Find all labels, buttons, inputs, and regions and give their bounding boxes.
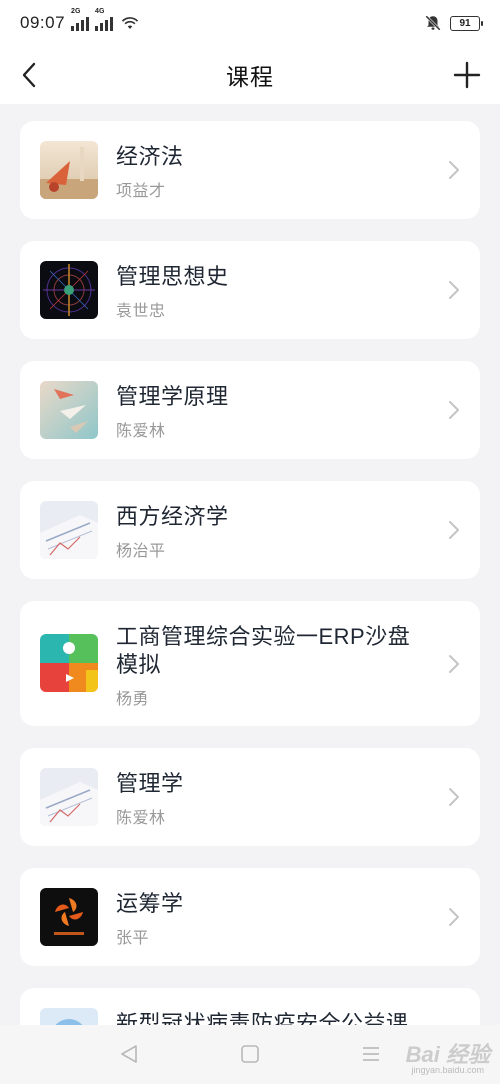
course-thumbnail (40, 141, 98, 199)
course-teacher: 项益才 (116, 183, 166, 200)
course-card[interactable]: 西方经济学 杨治平 (20, 481, 480, 579)
course-text: 西方经济学 杨治平 (116, 503, 432, 561)
course-thumbnail (40, 381, 98, 439)
course-card[interactable]: 管理学原理 陈爱林 (20, 361, 480, 459)
course-card[interactable]: 工商管理综合实验一ERP沙盘模拟 杨勇 (20, 601, 480, 726)
course-text: 管理学 陈爱林 (116, 770, 432, 828)
signal-icon-2: 4G (95, 8, 114, 31)
course-list: 经济法 项益才 管理思想史 袁世忠 管理学原理 陈爱林 西方经济学 杨治平 工商… (20, 121, 480, 1025)
chevron-right-icon (449, 521, 459, 539)
course-teacher: 袁世忠 (116, 303, 166, 320)
course-name: 工商管理综合实验一ERP沙盘模拟 (116, 624, 411, 677)
chevron-right-icon (449, 655, 459, 673)
course-thumbnail (40, 768, 98, 826)
signal-tag: 2G (71, 8, 81, 15)
course-teacher: 张平 (116, 930, 150, 947)
mute-bell-icon (425, 15, 441, 31)
status-right: 91 (424, 14, 483, 32)
add-icon[interactable] (450, 58, 484, 92)
wifi-icon (121, 17, 139, 29)
status-time: 09:07 (20, 13, 66, 32)
course-card[interactable]: 运筹学 张平 (20, 868, 480, 966)
signal-tag-2: 4G (95, 8, 105, 15)
course-teacher: 陈爱林 (116, 810, 166, 827)
course-name: 管理思想史 (116, 264, 229, 289)
chevron-right-icon (449, 788, 459, 806)
chevron-right-icon (449, 281, 459, 299)
status-bar: 09:07 2G 4G 91 (0, 0, 500, 46)
chevron-right-icon (449, 161, 459, 179)
course-text: 工商管理综合实验一ERP沙盘模拟 杨勇 (116, 623, 432, 709)
course-card[interactable]: 管理学 陈爱林 (20, 748, 480, 846)
course-thumbnail (40, 261, 98, 319)
chevron-right-icon (449, 401, 459, 419)
course-text: 经济法 项益才 (116, 143, 432, 201)
course-text: 运筹学 张平 (116, 890, 432, 948)
nav-home-icon[interactable] (240, 1043, 260, 1065)
course-name: 运筹学 (116, 891, 184, 916)
page-title: 课程 (226, 64, 274, 90)
back-arrow-icon[interactable] (14, 58, 44, 92)
course-thumbnail (40, 501, 98, 559)
course-card[interactable]: 管理思想史 袁世忠 (20, 241, 480, 339)
course-name: 新型冠状病毒防疫安全公益课 (116, 1011, 409, 1025)
course-name: 经济法 (116, 144, 184, 169)
course-teacher: 陈爱林 (116, 423, 166, 440)
course-name: 管理学原理 (116, 384, 229, 409)
course-card[interactable]: 新型冠状病毒防疫安全公益课 (20, 988, 480, 1025)
course-text: 管理思想史 袁世忠 (116, 263, 432, 321)
battery-icon: 91 (450, 15, 483, 31)
course-teacher: 杨勇 (116, 691, 150, 708)
course-thumbnail (40, 634, 98, 692)
course-thumbnail (40, 888, 98, 946)
course-thumbnail (40, 1008, 98, 1025)
course-text: 管理学原理 陈爱林 (116, 383, 432, 441)
nav-back-icon[interactable] (118, 1043, 140, 1065)
nav-menu-icon[interactable] (360, 1043, 382, 1065)
nav-bar: 课程 (0, 46, 500, 104)
signal-icon: 2G (71, 8, 90, 31)
course-text: 新型冠状病毒防疫安全公益课 (116, 1010, 432, 1025)
watermark-url: jingyan.baidu.com (411, 1065, 484, 1075)
chevron-right-icon (449, 908, 459, 926)
system-nav-bar: Bai 经验 jingyan.baidu.com (0, 1025, 500, 1084)
course-name: 管理学 (116, 771, 184, 796)
course-card[interactable]: 经济法 项益才 (20, 121, 480, 219)
course-teacher: 杨治平 (116, 543, 166, 560)
course-name: 西方经济学 (116, 504, 229, 529)
